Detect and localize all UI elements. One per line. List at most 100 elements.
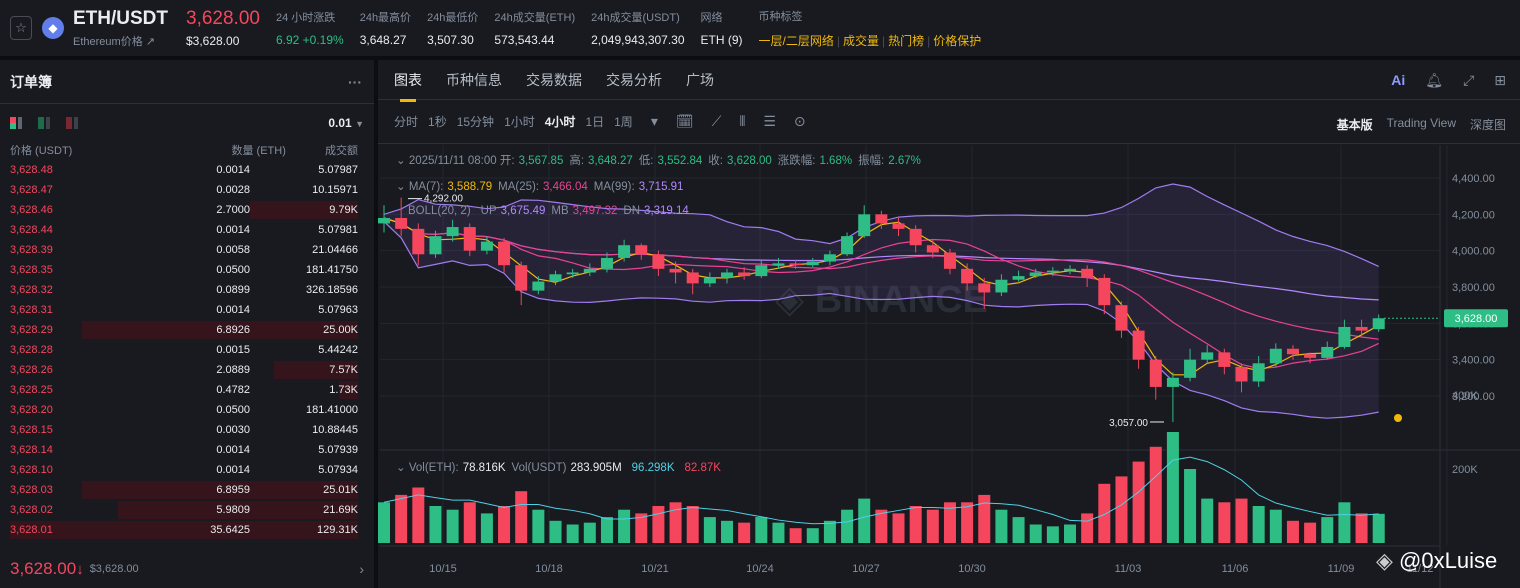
volume-bar <box>686 506 699 543</box>
chevron-down-icon[interactable]: ⌄ <box>396 181 406 193</box>
ohlc-label: 开: <box>499 155 515 167</box>
volume-bar <box>1029 524 1042 543</box>
candle-body <box>1235 366 1248 382</box>
x-tick-label: 10/15 <box>429 563 457 575</box>
candle-body <box>1338 326 1351 347</box>
volume-bar <box>772 522 785 543</box>
candle-body <box>755 265 768 277</box>
volume-bar <box>463 502 476 543</box>
volume-bar <box>1098 483 1111 543</box>
candle-body <box>1201 352 1214 360</box>
x-tick-label: 11/03 <box>1115 563 1142 575</box>
chevron-down-icon[interactable]: ⌄ <box>396 155 406 167</box>
volume-bar <box>1184 469 1197 543</box>
candle-body <box>892 223 905 229</box>
candle-body <box>806 261 819 266</box>
vol-value: 82.87K <box>684 462 721 474</box>
volume-bar <box>1304 522 1317 543</box>
volume-bar <box>549 520 562 543</box>
x-tick-label: 11/06 <box>1222 563 1249 575</box>
vol-label: Vol(USDT) <box>511 462 567 474</box>
candle-body <box>1286 348 1299 355</box>
x-tick-label: 10/27 <box>852 563 880 575</box>
candle-body <box>721 272 734 278</box>
candle-body <box>618 245 631 258</box>
ohlc-value: 1.68% <box>819 155 853 167</box>
volume-bar <box>995 509 1008 543</box>
ohlc-label: 振幅: <box>858 155 885 167</box>
candle-body <box>1218 352 1231 367</box>
candle-body <box>909 228 922 246</box>
candle-body <box>738 272 751 277</box>
volume-bar <box>961 502 974 543</box>
volume-bar <box>566 524 579 543</box>
volume-bar <box>1064 524 1077 543</box>
volume-bar <box>600 517 613 543</box>
candle-body <box>1269 348 1282 364</box>
volume-bar <box>738 522 751 543</box>
vol-label: Vol(ETH): <box>408 462 459 474</box>
candle-body <box>1029 272 1042 277</box>
x-tick-label: 10/18 <box>535 563 563 575</box>
volume-bar <box>1166 432 1179 543</box>
volume-bar <box>1252 506 1265 543</box>
volume-bar <box>498 506 511 543</box>
candle-body <box>429 236 442 255</box>
y-tick-label: 4,200.00 <box>1452 209 1495 221</box>
candle-body <box>823 254 836 262</box>
candle-body <box>549 274 562 282</box>
volume-bar <box>892 513 905 543</box>
volume-bar <box>480 513 493 543</box>
candle-body <box>395 217 408 229</box>
candle-body <box>978 283 991 293</box>
candle-body <box>961 268 974 284</box>
candlestick-chart[interactable]: 3,200.003,400.003,600.003,800.004,000.00… <box>0 0 1520 588</box>
volume-bar <box>1235 498 1248 543</box>
candle-body <box>1321 346 1334 358</box>
ma-value: 3,715.91 <box>638 181 684 193</box>
volume-bar <box>858 498 871 543</box>
ohlc-legend: ⌄ 2025/11/11 08:00 开: 3,567.85 高: 3,648.27 低… <box>396 155 921 167</box>
chevron-down-icon[interactable]: ⌄ <box>396 462 406 474</box>
y-tick-label: 3,400.00 <box>1452 355 1495 367</box>
ma-value: 3,466.04 <box>543 181 588 193</box>
candle-body <box>858 214 871 237</box>
volume-bar <box>926 509 939 543</box>
notification-dot-icon[interactable] <box>1394 414 1402 422</box>
candle-body <box>772 263 785 266</box>
candle-body <box>652 254 665 269</box>
volume-bar <box>721 520 734 543</box>
ohlc-label: 低: <box>638 155 654 167</box>
boll-label: MB <box>551 205 569 217</box>
boll-label: BOLL(20, 2) <box>408 205 471 217</box>
volume-bar <box>978 494 991 543</box>
candle-body <box>1252 363 1265 382</box>
vol-tick-label: 400K <box>1452 390 1478 402</box>
volume-bar <box>618 509 631 543</box>
ma-label: MA(7): <box>408 181 444 193</box>
volume-bar <box>1355 513 1368 543</box>
candle-body <box>1304 354 1317 358</box>
candle-body <box>566 272 579 275</box>
volume-bar <box>909 506 922 543</box>
watermark: ◈ @0xLuise <box>1376 548 1498 573</box>
ohlc-value: 3,552.84 <box>657 155 703 167</box>
max-price-label: 4,292.00 <box>424 194 463 205</box>
candle-body <box>635 245 648 255</box>
current-price-label: 3,628.00 <box>1455 313 1498 325</box>
volume-bar <box>1286 520 1299 543</box>
ohlc-value: 2.67% <box>888 155 921 167</box>
ohlc-label: 收: <box>708 155 723 167</box>
volume-bar <box>1012 517 1025 543</box>
volume-bar <box>1081 513 1094 543</box>
volume-bar <box>532 509 545 543</box>
volume-bar <box>652 506 665 543</box>
volume-bar <box>789 528 802 543</box>
vol-value: 78.816K <box>462 462 506 474</box>
volume-bar <box>1149 446 1162 543</box>
x-tick-label: 10/24 <box>746 563 774 575</box>
candle-body <box>1355 326 1368 331</box>
ma-value: 3,588.79 <box>447 181 493 193</box>
volume-bar <box>841 509 854 543</box>
candle-body <box>669 268 682 273</box>
